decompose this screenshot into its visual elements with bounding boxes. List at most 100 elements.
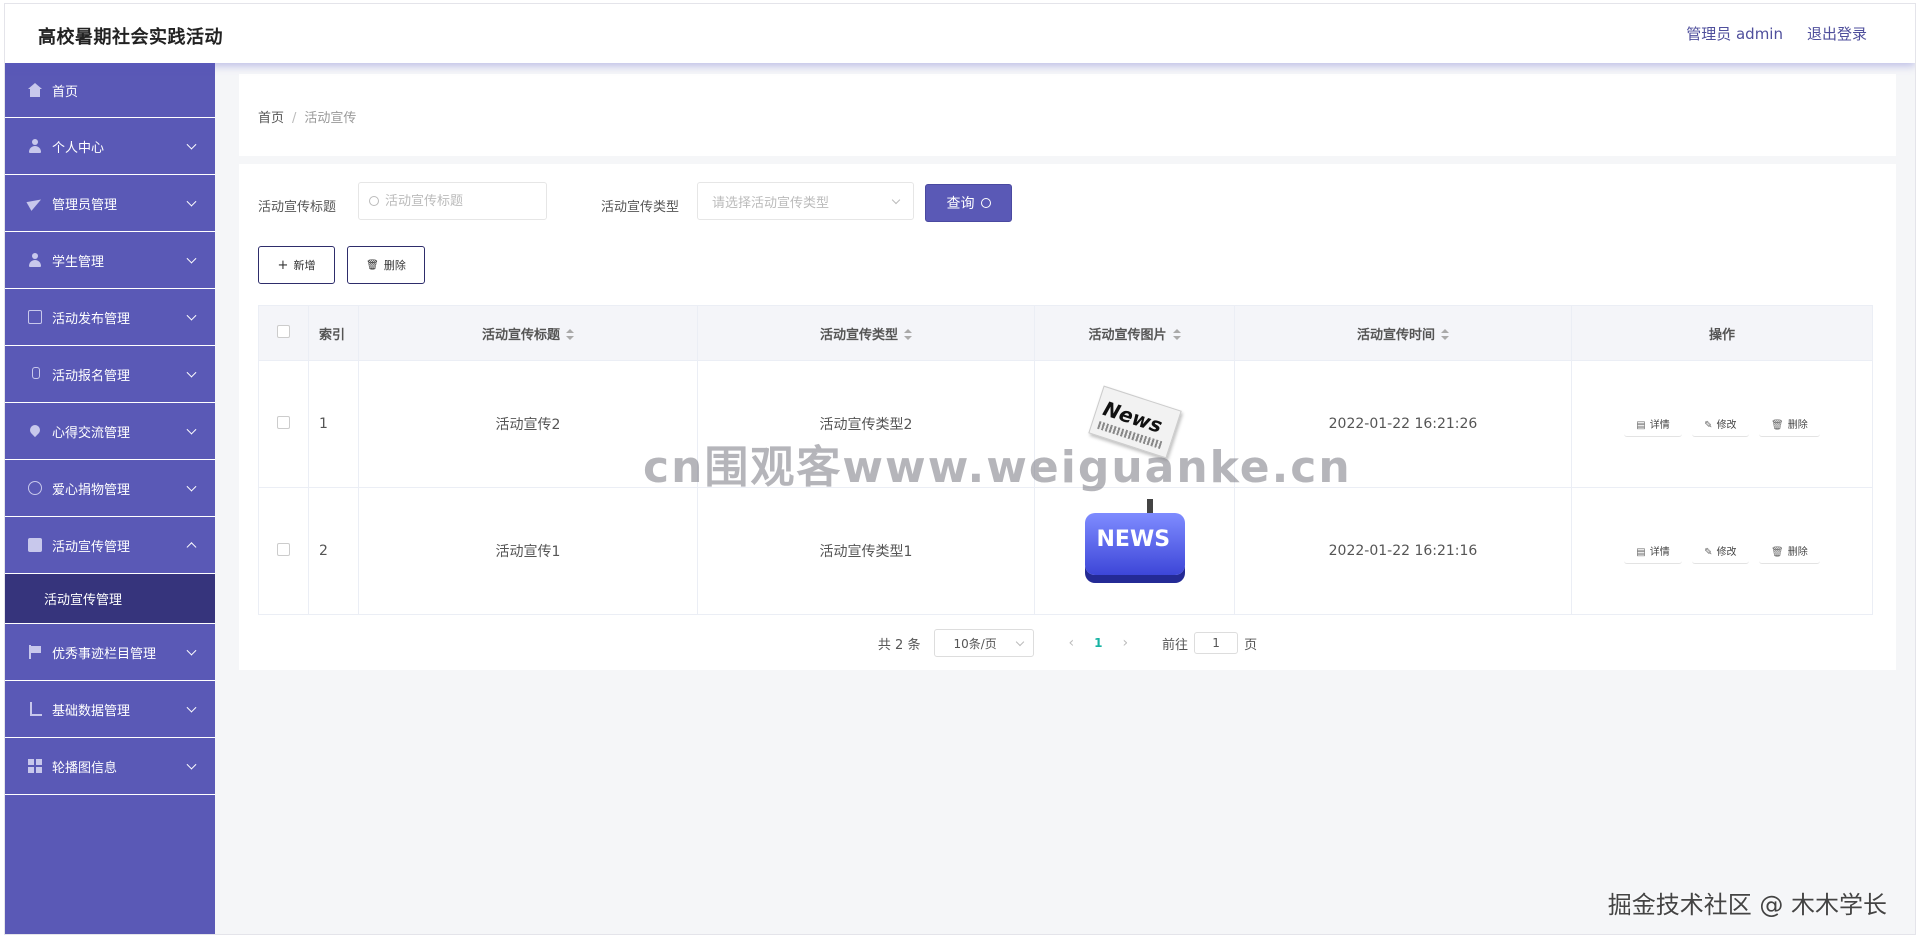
row-type: 活动宣传类型2 <box>697 360 1035 488</box>
row-checkbox[interactable] <box>277 415 290 429</box>
news-key: NEWS <box>1084 513 1185 575</box>
sidebar-item-admins[interactable]: 管理员管理 <box>5 175 215 232</box>
chevron-down-icon <box>186 481 197 492</box>
row-delete-button-label: 删除 <box>1787 547 1808 558</box>
edit-icon: ✎ <box>1704 420 1713 431</box>
col-time[interactable]: 活动宣传时间 <box>1234 305 1572 361</box>
goto-page-input[interactable] <box>1194 632 1239 654</box>
title-filter-label: 活动宣传标题 <box>258 200 337 215</box>
type-select-placeholder: 请选择活动宣传类型 <box>712 195 830 211</box>
table-row: 1 活动宣传2 活动宣传类型2 News 2022-01-22 16:21:26… <box>258 360 1873 488</box>
sidebar-item-label: 心得交流管理 <box>52 425 131 441</box>
page-number[interactable]: 1 <box>1094 636 1102 650</box>
drop-icon <box>28 424 42 438</box>
sidebar-item-basic-data[interactable]: 基础数据管理 <box>5 681 215 738</box>
goto-prefix: 前往 <box>1162 637 1189 653</box>
chevron-down-icon <box>186 310 197 321</box>
add-button[interactable]: + 新增 <box>258 246 335 284</box>
detail-button[interactable]: ▤ 详情 <box>1624 538 1682 564</box>
select-all-cell <box>258 305 309 361</box>
chevron-down-icon <box>186 759 197 770</box>
row-delete-button[interactable]: 🗑 删除 <box>1759 411 1820 437</box>
title-search-input[interactable] <box>385 193 545 209</box>
sidebar-item-activity-publish[interactable]: 活动发布管理 <box>5 289 215 346</box>
row-index: 2 <box>308 487 359 615</box>
sort-icon[interactable] <box>904 329 912 341</box>
chevron-down-icon <box>186 645 197 656</box>
sidebar-item-label: 首页 <box>52 84 79 100</box>
trash-icon: 🗑 <box>1771 547 1784 558</box>
chevron-down-icon <box>186 367 197 378</box>
search-icon <box>369 196 379 206</box>
detail-button-label: 详情 <box>1649 547 1670 558</box>
batch-delete-button-label: 删除 <box>383 259 406 272</box>
sidebar-item-label: 活动宣传管理 <box>52 539 131 555</box>
page-size-select[interactable]: 10条/页 <box>934 629 1035 657</box>
breadcrumb-separator: / <box>292 111 297 126</box>
col-type-label: 活动宣传类型 <box>819 327 898 343</box>
plus-icon: + <box>277 257 289 273</box>
select-all-checkbox[interactable] <box>277 324 290 338</box>
chevron-up-icon <box>186 542 197 553</box>
sort-icon[interactable] <box>566 329 574 341</box>
col-title[interactable]: 活动宣传标题 <box>358 305 698 361</box>
col-image[interactable]: 活动宣传图片 <box>1034 305 1235 361</box>
detail-button[interactable]: ▤ 详情 <box>1624 411 1682 437</box>
trash-icon: 🗑 <box>1771 420 1784 431</box>
logout-link[interactable]: 退出登录 <box>1807 23 1867 44</box>
row-select-cell <box>258 360 309 488</box>
sidebar-item-students[interactable]: 学生管理 <box>5 232 215 289</box>
row-select-cell <box>258 487 309 615</box>
edit-icon: ✎ <box>1704 547 1713 558</box>
home-icon <box>28 83 42 97</box>
row-image-cell: News <box>1034 360 1235 488</box>
sidebar-item-experience[interactable]: 心得交流管理 <box>5 403 215 460</box>
breadcrumb-card: 首页 / 活动宣传 <box>239 74 1896 156</box>
row-time: 2022-01-22 16:21:26 <box>1234 360 1572 488</box>
type-select[interactable]: 请选择活动宣传类型 <box>697 182 914 220</box>
news-image-text: News <box>1099 396 1165 438</box>
row-checkbox[interactable] <box>277 542 290 556</box>
copy-icon <box>28 310 42 324</box>
sidebar-item-excellent[interactable]: 优秀事迹栏目管理 <box>5 624 215 681</box>
grid-icon <box>28 759 42 773</box>
row-title: 活动宣传2 <box>358 360 698 488</box>
sidebar-item-activity-signup[interactable]: 活动报名管理 <box>5 346 215 403</box>
prev-page-icon[interactable]: ‹ <box>1068 635 1074 651</box>
col-type[interactable]: 活动宣传类型 <box>697 305 1035 361</box>
batch-delete-button[interactable]: 🗑 删除 <box>347 246 425 284</box>
sidebar-item-label: 活动报名管理 <box>52 368 131 384</box>
detail-button-label: 详情 <box>1649 420 1670 431</box>
sidebar-item-home[interactable]: 首页 <box>5 63 215 118</box>
sidebar-item-label: 学生管理 <box>52 254 105 270</box>
sidebar-item-carousel[interactable]: 轮播图信息 <box>5 738 215 795</box>
next-page-icon[interactable]: › <box>1122 635 1128 651</box>
sort-icon[interactable] <box>1441 329 1449 341</box>
sidebar-item-donation[interactable]: 爱心捐物管理 <box>5 460 215 517</box>
col-image-label: 活动宣传图片 <box>1088 327 1167 343</box>
pagination-total: 共 2 条 <box>877 637 921 653</box>
row-index: 1 <box>308 360 359 488</box>
pagination: 共 2 条 10条/页 ‹ 1 › 前往 页 <box>239 629 1896 657</box>
top-header: 高校暑期社会实践活动 管理员 admin 退出登录 <box>5 4 1915 63</box>
goto-suffix: 页 <box>1244 637 1258 653</box>
sidebar-item-promotion[interactable]: 活动宣传管理 <box>5 517 215 574</box>
col-index: 索引 <box>308 305 359 361</box>
edit-button[interactable]: ✎ 修改 <box>1692 538 1749 564</box>
edit-button[interactable]: ✎ 修改 <box>1692 411 1749 437</box>
search-icon <box>980 198 991 208</box>
chevron-down-icon <box>186 424 197 435</box>
send-icon <box>28 196 42 210</box>
trash-icon: 🗑 <box>366 259 379 271</box>
query-button[interactable]: 查询 <box>925 184 1012 222</box>
submenu-item-promotion[interactable]: 活动宣传管理 <box>5 574 215 624</box>
news-image: News <box>1087 385 1182 459</box>
row-delete-button[interactable]: 🗑 删除 <box>1759 538 1820 564</box>
breadcrumb-home[interactable]: 首页 <box>258 111 284 126</box>
sort-icon[interactable] <box>1172 329 1181 341</box>
sidebar-item-label: 优秀事迹栏目管理 <box>52 646 157 662</box>
breadcrumb-current: 活动宣传 <box>304 111 357 126</box>
sidebar-item-label: 爱心捐物管理 <box>52 482 131 498</box>
title-filter-field[interactable] <box>358 182 547 220</box>
sidebar-item-profile[interactable]: 个人中心 <box>5 118 215 175</box>
